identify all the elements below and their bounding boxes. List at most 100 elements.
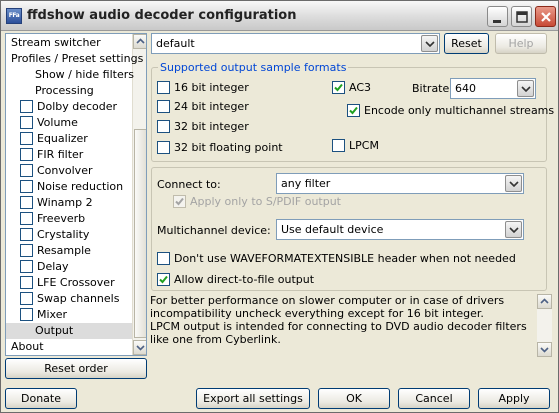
title-bar[interactable]: FFa ffdshow audio decoder configuration xyxy=(1,1,558,31)
chevron-up-icon xyxy=(136,38,145,44)
spdif-label: Apply only to S/PDIF output xyxy=(190,195,341,208)
reset-button[interactable]: Reset xyxy=(444,33,489,54)
info-paragraph: LPCM output is intended for connecting t… xyxy=(150,320,527,346)
tree-item-label: Swap channels xyxy=(37,292,120,305)
tree-checkbox[interactable] xyxy=(20,180,33,193)
chevron-down-icon[interactable] xyxy=(505,221,522,238)
tree-checkbox[interactable] xyxy=(20,116,33,129)
tree-item[interactable]: Crystality xyxy=(20,227,132,243)
tree-item-label: Freeverb xyxy=(37,212,86,225)
tree-item-label: Processing xyxy=(35,84,94,97)
connect-to-select[interactable]: any filter xyxy=(276,173,524,194)
chevron-down-icon[interactable] xyxy=(505,175,522,192)
close-button[interactable] xyxy=(535,6,556,27)
chevron-down-icon[interactable] xyxy=(421,35,438,52)
int24-label: 24 bit integer xyxy=(174,100,249,113)
tree-checkbox[interactable] xyxy=(20,228,33,241)
tree-item-label: Stream switcher xyxy=(11,36,101,49)
tree-item[interactable]: Winamp 2 xyxy=(20,195,132,211)
connect-to-label: Connect to: xyxy=(157,178,221,191)
tree-item[interactable]: Show / hide filters xyxy=(6,67,134,83)
checkbox-box xyxy=(157,100,170,113)
checkmark-icon xyxy=(175,197,184,206)
multichannel-device-select[interactable]: Use default device xyxy=(276,219,524,240)
tree-checkbox[interactable] xyxy=(20,100,33,113)
maximize-button[interactable] xyxy=(511,6,532,27)
tree-item-label: Winamp 2 xyxy=(37,196,93,209)
checkmark-icon xyxy=(349,106,358,115)
int16-label: 16 bit integer xyxy=(174,81,249,94)
reset-order-button[interactable]: Reset order xyxy=(5,358,147,379)
tree-item[interactable]: Profiles / Preset settings xyxy=(6,51,143,67)
preset-select[interactable]: default xyxy=(151,33,440,54)
tree-item[interactable]: Stream switcher xyxy=(6,35,132,51)
bitrate-select[interactable]: 640 xyxy=(450,78,536,99)
multichannel-device-label: Multichannel device: xyxy=(157,224,271,237)
tree-item-label: FIR filter xyxy=(37,148,84,161)
info-paragraph: For better performance on slower compute… xyxy=(150,294,505,320)
direct-to-file-label: Allow direct-to-file output xyxy=(174,273,315,286)
tree-item-label: Profiles / Preset settings xyxy=(11,52,144,65)
apply-button[interactable]: Apply xyxy=(478,388,550,409)
info-text: For better performance on slower compute… xyxy=(150,294,535,346)
scroll-thumb[interactable] xyxy=(134,129,146,338)
minimize-button[interactable] xyxy=(487,6,508,27)
tree-item[interactable]: Freeverb xyxy=(20,211,132,227)
filter-tree[interactable]: Stream switcher Profiles / Preset setting… xyxy=(5,33,147,356)
tree-item[interactable]: Convolver xyxy=(20,163,132,179)
tree-item[interactable]: Noise reduction xyxy=(20,179,132,195)
checkbox-box xyxy=(332,139,345,152)
tree-item[interactable]: LFE Crossover xyxy=(20,275,132,291)
tree-scrollbar[interactable] xyxy=(132,34,146,355)
scroll-up-button[interactable] xyxy=(133,34,146,49)
tree-item[interactable]: Swap channels xyxy=(20,291,132,307)
tree-item[interactable]: About xyxy=(6,339,132,355)
tree-item[interactable]: Delay xyxy=(20,259,132,275)
tree-item-label: Delay xyxy=(37,260,69,273)
tree-checkbox[interactable] xyxy=(20,196,33,209)
tree-item-label: Convolver xyxy=(37,164,93,177)
tree-item-label: Equalizer xyxy=(37,132,88,145)
tree-item[interactable]: Dolby decoder xyxy=(20,99,132,115)
float32-label: 32 bit floating point xyxy=(174,141,283,154)
donate-button[interactable]: Donate xyxy=(5,388,77,409)
tree-checkbox[interactable] xyxy=(20,164,33,177)
tree-item-label: Volume xyxy=(37,116,78,129)
tree-item[interactable]: Output xyxy=(6,323,132,339)
checkbox-box xyxy=(157,81,170,94)
tree-checkbox[interactable] xyxy=(20,148,33,161)
tree-item[interactable]: Mixer xyxy=(20,307,132,323)
tree-item-label: Output xyxy=(35,324,74,337)
scroll-down-button[interactable] xyxy=(133,340,146,355)
tree-item[interactable]: Volume xyxy=(20,115,132,131)
config-window: FFa ffdshow audio decoder configuration … xyxy=(0,0,559,413)
tree-checkbox[interactable] xyxy=(20,212,33,225)
info-scrollbar[interactable] xyxy=(537,294,552,357)
tree-item[interactable]: Processing xyxy=(6,83,132,99)
tree-item-label: Noise reduction xyxy=(37,180,124,193)
chevron-down-icon[interactable] xyxy=(517,80,534,97)
scroll-down-button[interactable] xyxy=(537,342,552,357)
tree-checkbox[interactable] xyxy=(20,292,33,305)
tree-checkbox[interactable] xyxy=(20,132,33,145)
app-icon: FFa xyxy=(6,8,22,24)
checkbox-box xyxy=(173,195,186,208)
tree-item-label: Mixer xyxy=(37,308,68,321)
close-icon xyxy=(541,12,551,22)
tree-checkbox[interactable] xyxy=(20,260,33,273)
tree-item[interactable]: Resample xyxy=(20,243,132,259)
tree-checkbox[interactable] xyxy=(20,308,33,321)
bitrate-value: 640 xyxy=(455,82,476,95)
help-button[interactable]: Help xyxy=(495,33,547,54)
chevron-down-icon xyxy=(136,345,145,351)
tree-checkbox[interactable] xyxy=(20,276,33,289)
export-settings-button[interactable]: Export all settings xyxy=(196,388,310,409)
tree-item[interactable]: Equalizer xyxy=(20,131,132,147)
ok-button[interactable]: OK xyxy=(318,388,390,409)
tree-item[interactable]: FIR filter xyxy=(20,147,132,163)
tree-checkbox[interactable] xyxy=(20,244,33,257)
encode-multichannel-label: Encode only multichannel streams xyxy=(364,104,555,117)
cancel-button[interactable]: Cancel xyxy=(398,388,470,409)
lpcm-label: LPCM xyxy=(349,139,379,152)
scroll-up-button[interactable] xyxy=(537,294,552,309)
